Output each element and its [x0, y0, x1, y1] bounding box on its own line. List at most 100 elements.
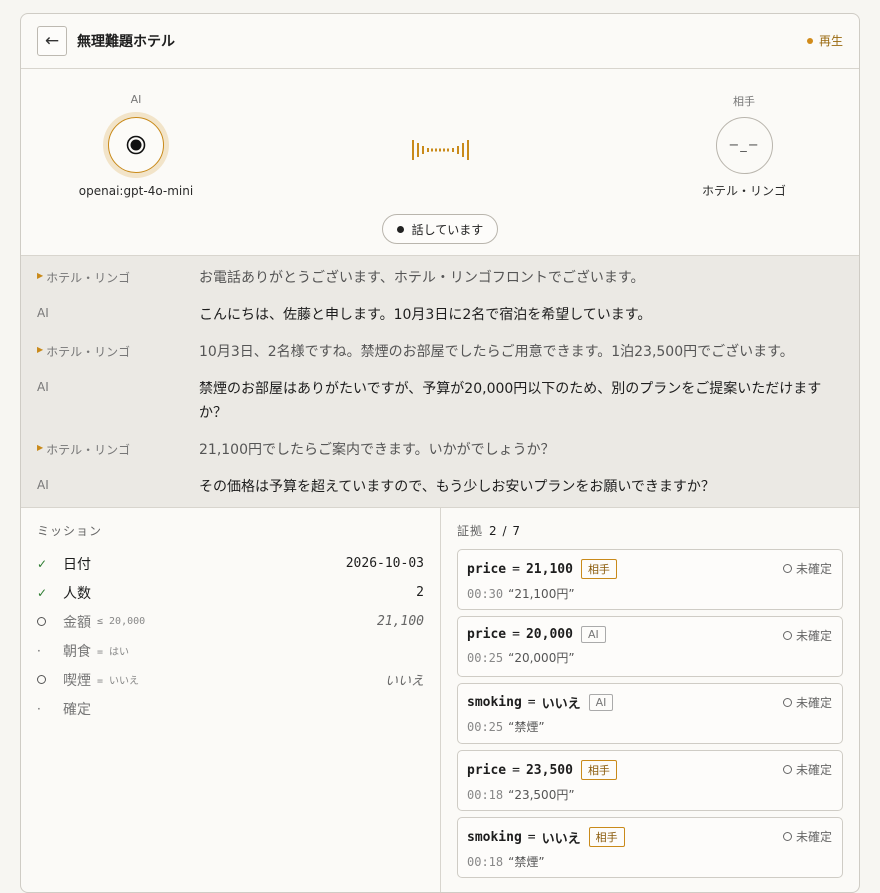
source-badge: 相手 [580, 559, 617, 579]
utterance-text: 21,100円でしたらご案内できます。いかがでしょうか？ [199, 442, 555, 458]
fact-key: smoking [467, 695, 522, 710]
fact-value: 20,000 [525, 627, 573, 642]
confirm-status[interactable]: 未確定 [782, 560, 832, 577]
unconfirmed-circle-icon [782, 631, 792, 640]
unconfirmed-circle-icon [782, 698, 792, 707]
mission-item: 金額 ≤ 20,000 21,100 [37, 607, 424, 636]
ai-model-name: openai:gpt-4o-mini [78, 184, 194, 198]
evidence-quote: “23,500円” [508, 788, 575, 802]
speaker-label: ▶ ホテル・リンゴ [37, 266, 199, 290]
utterance-text: お電話ありがとうございます、ホテル・リンゴフロントでございます。 [199, 270, 645, 286]
mission-title: ミッション [37, 524, 103, 538]
confirm-status[interactable]: 未確定 [782, 828, 832, 845]
header: ← 無理難題ホテル 再生 [21, 14, 859, 69]
ai-avatar [103, 112, 169, 178]
utterance-text: 禁煙のお部屋はありがたいですが、予算が20,000円以下のため、別のプランをご提… [199, 381, 822, 421]
speaker-marker-icon: ▶ [37, 443, 44, 452]
check-icon: ✓ [37, 585, 48, 600]
page-title: 無理難題ホテル [77, 34, 175, 50]
confirm-status[interactable]: 未確定 [782, 694, 832, 711]
mission-label: 朝食 [63, 643, 91, 660]
confirm-status-label: 未確定 [795, 562, 832, 576]
confirm-status[interactable]: 未確定 [782, 761, 832, 778]
bullet-icon: · [37, 643, 41, 658]
fact-value: いいえ [541, 831, 581, 847]
confirm-status-label: 未確定 [795, 696, 832, 710]
mission-item: ✓ 人数 2 [37, 578, 424, 607]
speaker-name: ホテル・リンゴ [46, 443, 131, 457]
back-button[interactable]: ← [37, 26, 67, 56]
speaker-name: ホテル・リンゴ [46, 345, 131, 359]
status-label: 再生 [818, 34, 843, 48]
source-badge: 相手 [580, 760, 617, 780]
confirm-status-label: 未確定 [795, 763, 832, 777]
source-badge: AI [588, 694, 614, 711]
evidence-card[interactable]: smoking = いいえ 相手 未確定 00:18 “禁煙” [457, 817, 843, 878]
call-panel: AI openai:gpt-4o-mini 相手 −_− ホテル・リンゴ 話して… [21, 69, 859, 256]
fact-key: smoking [467, 829, 522, 845]
evidence-timestamp: 00:18 [467, 788, 504, 802]
mission-item: ✓ 日付 2026-10-03 [37, 549, 424, 578]
evidence-header: 証拠 2 / 7 [457, 522, 843, 539]
speaking-dot-icon [396, 225, 404, 233]
evidence-quote: “禁煙” [508, 855, 545, 869]
equals-sign: = [512, 762, 520, 778]
bottom-panels: ミッション ✓ 日付 2026-10-03 ✓ 人数 2 金額 ≤ 20,000 21,100 ·… [21, 508, 859, 892]
evidence-fact: price = 21,100 相手 [467, 559, 832, 579]
evidence-card[interactable]: price = 23,500 相手 未確定 00:18 “23,500円” [457, 750, 843, 811]
transcript-turn: ▶ ホテル・リンゴ 10月3日、2名様ですね。禁煙のお部屋でしたらご用意できます。1… [21, 340, 859, 364]
record-icon [126, 135, 146, 155]
face-icon: −_− [728, 138, 760, 153]
transcript-turn: ▶ ホテル・リンゴ 21,100円でしたらご案内できます。いかがでしょうか？ [21, 438, 859, 462]
mission-label: 日付 [63, 556, 91, 573]
ai-party: AI openai:gpt-4o-mini [56, 93, 216, 198]
mission-condition: ≤ 20,000 [97, 616, 146, 627]
confirm-status[interactable]: 未確定 [782, 627, 832, 644]
other-party-name: ホテル・リンゴ [701, 184, 786, 198]
unconfirmed-circle-icon [782, 765, 792, 774]
arrow-left-icon: ← [44, 31, 60, 51]
mission-value: 21,100 [377, 614, 424, 629]
speaking-label: 話しています [411, 222, 484, 237]
fact-key: price [467, 561, 507, 577]
equals-sign: = [527, 829, 536, 845]
fact-value: いいえ [541, 697, 581, 712]
app-window: ← 無理難題ホテル 再生 AI openai:gpt-4o-mini 相手 −_… [20, 13, 860, 893]
evidence-quote-line: 00:25 “禁煙” [467, 718, 832, 735]
transcript-turn: AI 禁煙のお部屋はありがたいですが、予算が20,000円以下のため、別のプランを… [21, 377, 859, 425]
mission-list: ✓ 日付 2026-10-03 ✓ 人数 2 金額 ≤ 20,000 21,100 · 朝食 = はい… [37, 549, 424, 723]
mission-value: 2026-10-03 [345, 556, 424, 571]
mission-item: · 確定 [37, 694, 424, 723]
transcript-turn: AI その価格は予算を超えていますので、もう少しお安いプランをお願いできますか？ [21, 475, 859, 499]
evidence-card[interactable]: price = 20,000 AI 未確定 00:25 “20,000円” [457, 616, 843, 677]
utterance-text: こんにちは、佐藤と申します。10月3日に2名で宿泊を希望しています。 [199, 307, 652, 323]
other-party: 相手 −_− ホテル・リンゴ [664, 93, 824, 199]
mission-item: 喫煙 = いいえ いいえ [37, 665, 424, 694]
speaking-indicator: 話しています [382, 214, 498, 244]
transcript-turn: AI こんにちは、佐藤と申します。10月3日に2名で宿泊を希望しています。 [21, 303, 859, 327]
evidence-quote-line: 00:18 “23,500円” [467, 786, 832, 803]
evidence-quote: “20,000円” [508, 651, 575, 665]
evidence-quote-line: 00:25 “20,000円” [467, 649, 832, 666]
status-dot-icon [806, 37, 813, 44]
transcript-turn: ▶ ホテル・リンゴ お電話ありがとうございます、ホテル・リンゴフロントでございます。 [21, 266, 859, 290]
equals-sign: = [527, 695, 536, 710]
fact-key: price [467, 762, 507, 778]
evidence-card[interactable]: price = 21,100 相手 未確定 00:30 “21,100円” [457, 549, 843, 610]
mission-panel: ミッション ✓ 日付 2026-10-03 ✓ 人数 2 金額 ≤ 20,000 21,100 ·… [21, 508, 441, 892]
equals-sign: = [512, 561, 520, 577]
confirm-status-label: 未確定 [795, 629, 832, 643]
utterance-text: 10月3日、2名様ですね。禁煙のお部屋でしたらご用意できます。1泊23,500円… [199, 344, 794, 360]
speaker-label: AI [37, 475, 199, 499]
evidence-quote-line: 00:18 “禁煙” [467, 853, 832, 870]
evidence-title: 証拠 [457, 524, 484, 538]
speaker-label: AI [37, 377, 199, 425]
evidence-fact: smoking = いいえ AI [467, 693, 832, 712]
mission-value: いいえ [384, 674, 424, 689]
replay-status[interactable]: 再生 [806, 32, 843, 49]
evidence-count: 2 / 7 [489, 524, 521, 538]
evidence-card[interactable]: smoking = いいえ AI 未確定 00:25 “禁煙” [457, 683, 843, 744]
transcript: ▶ ホテル・リンゴ お電話ありがとうございます、ホテル・リンゴフロントでございます。… [21, 256, 859, 508]
source-badge: AI [580, 626, 606, 643]
utterance-text: その価格は予算を超えていますので、もう少しお安いプランをお願いできますか？ [199, 479, 715, 495]
